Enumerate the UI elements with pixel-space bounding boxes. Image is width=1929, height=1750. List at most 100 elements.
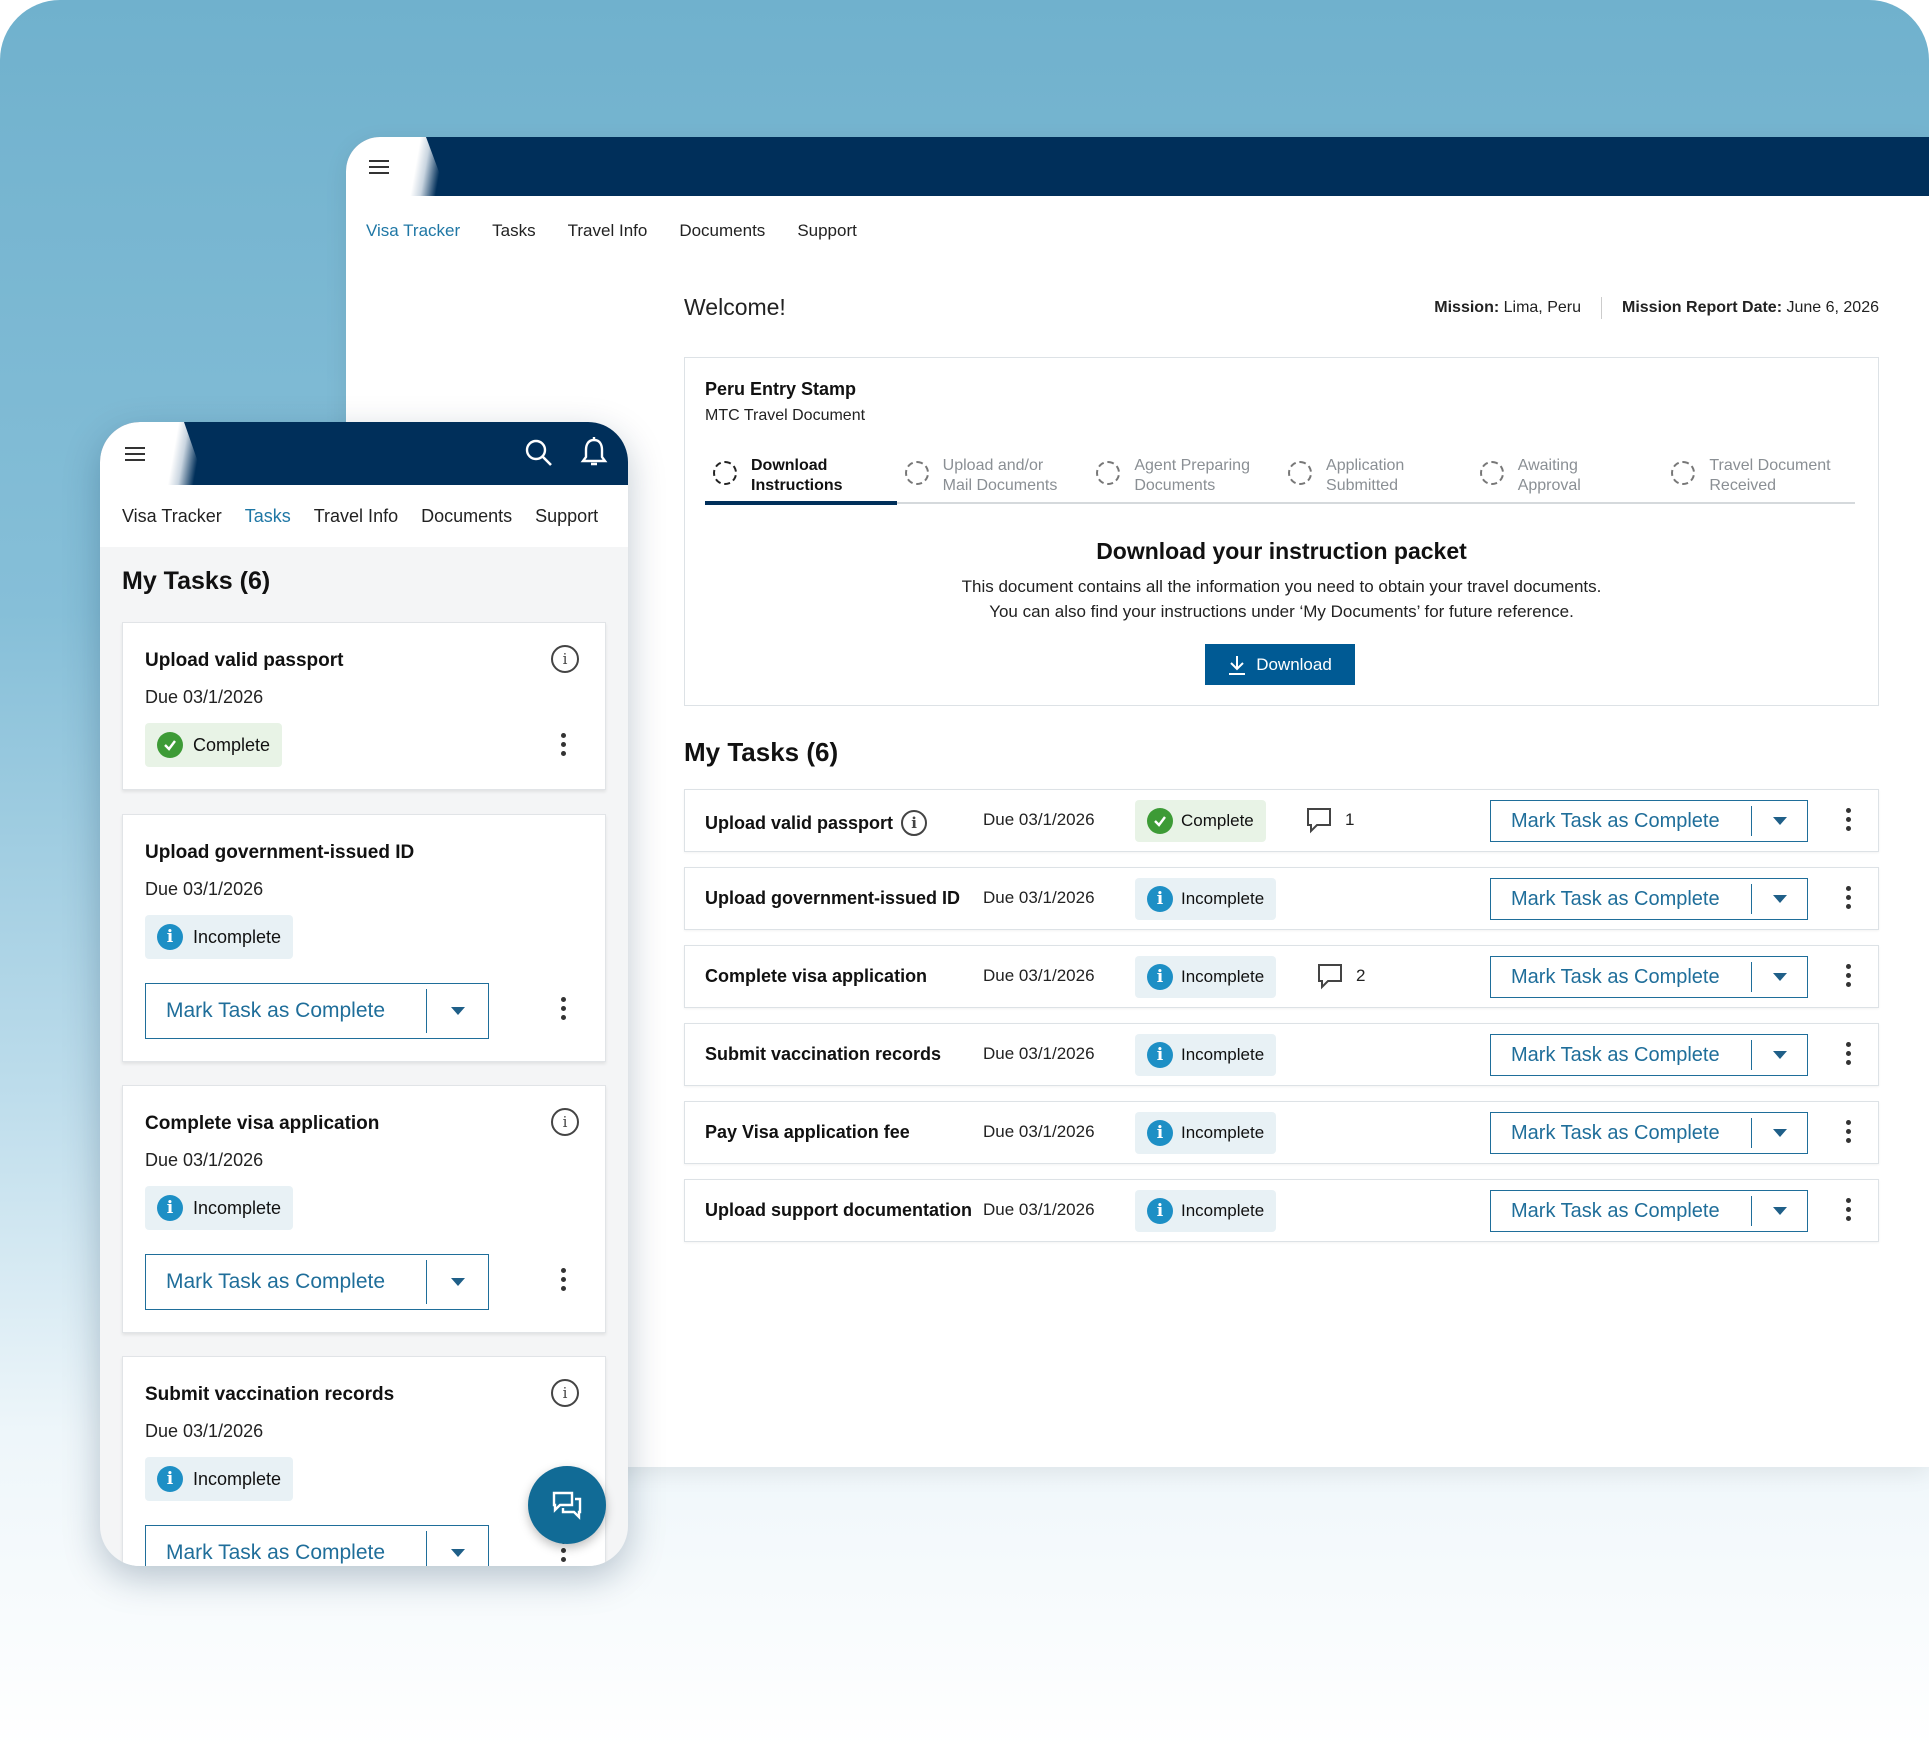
status-label: Incomplete [1181,1123,1265,1142]
step-label: Submitted [1326,477,1399,494]
nav-tasks[interactable]: Tasks [245,506,291,527]
task-name: Complete visa application [145,1113,380,1134]
mark-complete-dropdown[interactable] [1751,1118,1807,1148]
nav-documents[interactable]: Documents [421,506,512,527]
info-icon[interactable]: i [551,1108,579,1136]
mark-complete-button[interactable]: Mark Task as Complete [146,1541,426,1565]
step-download-instructions[interactable]: Download Instructions [705,452,897,505]
mark-complete-split-button: Mark Task as Complete [1490,1190,1808,1232]
nav-visa-tracker[interactable]: Visa Tracker [366,221,460,241]
more-options-button[interactable] [560,997,566,1020]
task-due-date: Due 03/1/2026 [983,810,1095,829]
description-line: You can also find your instructions unde… [989,602,1574,621]
nav-support[interactable]: Support [797,221,857,241]
step-application-submitted[interactable]: Application Submitted [1280,452,1472,502]
task-name: Submit vaccination records [145,1384,395,1405]
step-awaiting-approval[interactable]: Awaiting Approval [1472,452,1664,502]
comment-icon [1307,808,1331,834]
nav-travel-info[interactable]: Travel Info [568,221,648,241]
task-card: Upload government-issued ID Due 03/1/202… [122,814,606,1062]
chat-button[interactable] [528,1466,606,1544]
desktop-nav: Visa Tracker Tasks Travel Info Documents… [366,221,857,241]
step-upload-mail-documents[interactable]: Upload and/or Mail Documents [897,452,1089,502]
download-button[interactable]: Download [1205,644,1355,685]
status-badge: i Incomplete [145,1457,294,1501]
info-icon: i [1147,1120,1173,1146]
more-options-button[interactable] [1845,1198,1851,1221]
menu-button[interactable] [100,422,170,485]
task-due-date: Due 03/1/2026 [983,966,1095,985]
mark-complete-dropdown[interactable] [1751,1040,1807,1070]
step-agent-preparing[interactable]: Agent Preparing Documents [1088,452,1280,502]
step-travel-document-received[interactable]: Travel Document Received [1663,452,1855,502]
comment-count[interactable]: 2 [1316,962,1365,990]
mark-complete-dropdown[interactable] [426,989,488,1033]
nav-travel-info[interactable]: Travel Info [314,506,398,527]
header-logo-slant [408,137,448,196]
step-label: Travel Document [1709,457,1831,474]
info-icon: i [1147,886,1173,912]
bell-icon[interactable] [580,436,608,468]
status-badge: i Incomplete [1135,878,1277,920]
mark-complete-dropdown[interactable] [1751,1196,1807,1226]
mark-complete-button[interactable]: Mark Task as Complete [146,1270,426,1294]
mark-complete-button[interactable]: Mark Task as Complete [1491,1044,1751,1067]
more-options-button[interactable] [1845,1120,1851,1143]
mark-complete-dropdown[interactable] [426,1531,488,1566]
task-row: Submit vaccination records Due 03/1/2026… [684,1023,1879,1086]
more-options-button[interactable] [1845,808,1851,831]
more-options-button[interactable] [1845,1042,1851,1065]
task-due-date: Due 03/1/2026 [145,1150,264,1170]
download-heading: Download your instruction packet [1096,538,1467,564]
check-circle-icon [1147,808,1173,834]
mark-complete-button[interactable]: Mark Task as Complete [1491,966,1751,989]
task-name: Upload government-issued ID [145,842,415,863]
comment-count[interactable]: 1 [1305,806,1354,834]
download-button-label: Download [1256,654,1332,674]
chevron-down-icon [1772,1051,1787,1059]
info-icon: i [1147,1042,1173,1068]
mark-complete-dropdown[interactable] [426,1260,488,1304]
mark-complete-button[interactable]: Mark Task as Complete [1491,810,1751,833]
more-options-button[interactable] [1845,886,1851,909]
mark-complete-dropdown[interactable] [1751,806,1807,836]
info-icon: i [157,1195,183,1221]
more-options-button[interactable] [560,733,566,756]
task-row: Upload support documentation Due 03/1/20… [684,1179,1879,1242]
step-label: Application [1326,457,1405,474]
info-icon[interactable]: i [901,810,928,836]
mark-complete-split-button: Mark Task as Complete [145,983,489,1039]
task-name: Submit vaccination records [705,1044,942,1064]
report-date-label: Mission Report Date: [1622,299,1783,316]
info-icon[interactable]: i [551,1379,579,1407]
task-due-date: Due 03/1/2026 [145,1421,264,1441]
nav-support[interactable]: Support [535,506,598,527]
mark-complete-split-button: Mark Task as Complete [1490,800,1808,842]
status-label: Incomplete [1181,1045,1265,1064]
more-options-button[interactable] [560,1268,566,1291]
task-row: Complete visa application Due 03/1/2026 … [684,945,1879,1008]
nav-documents[interactable]: Documents [679,221,765,241]
chevron-down-icon [1772,1207,1787,1215]
step-label: Received [1709,477,1777,494]
search-icon[interactable] [524,438,554,468]
status-label: Complete [1181,811,1254,830]
nav-visa-tracker[interactable]: Visa Tracker [122,506,222,527]
more-vertical-icon [1845,1198,1851,1221]
more-options-button[interactable] [1845,964,1851,987]
mark-complete-button[interactable]: Mark Task as Complete [1491,888,1751,911]
status-label: Incomplete [193,1197,282,1218]
divider [1601,297,1602,319]
step-label: Download [751,457,828,474]
mark-complete-button[interactable]: Mark Task as Complete [1491,1200,1751,1223]
mark-complete-button[interactable]: Mark Task as Complete [1491,1122,1751,1145]
task-name: Upload support documentation [705,1200,972,1220]
mark-complete-dropdown[interactable] [1751,884,1807,914]
info-icon[interactable]: i [551,645,579,673]
task-due-date: Due 03/1/2026 [983,1044,1095,1063]
mark-complete-button[interactable]: Mark Task as Complete [146,999,426,1023]
mark-complete-dropdown[interactable] [1751,962,1807,992]
nav-tasks[interactable]: Tasks [492,221,535,241]
menu-button[interactable] [346,137,412,196]
info-icon: i [1147,1198,1173,1224]
